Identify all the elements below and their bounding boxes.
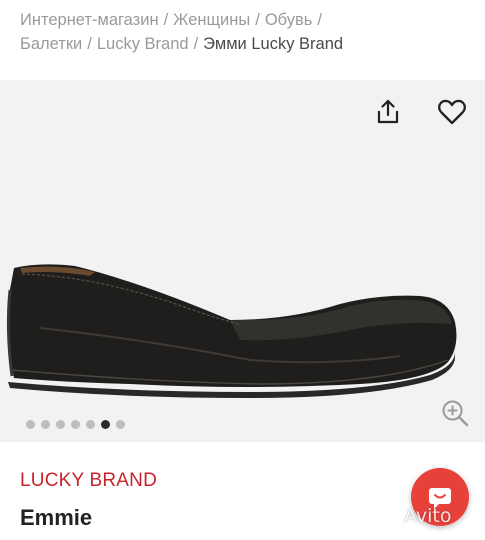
avito-watermark: Avito xyxy=(376,502,476,530)
breadcrumb-item-brand[interactable]: Lucky Brand xyxy=(97,35,189,53)
pagination-dot[interactable] xyxy=(26,420,35,429)
breadcrumb-separator: / xyxy=(193,35,199,53)
breadcrumb-item-shop[interactable]: Интернет-магазин xyxy=(20,11,159,29)
pagination-dot[interactable] xyxy=(41,420,50,429)
product-image-gallery[interactable] xyxy=(0,80,485,442)
breadcrumb: Интернет-магазин / Женщины / Обувь / Балетки / L… xyxy=(20,8,470,56)
breadcrumb-item-ballet-flats[interactable]: Балетки xyxy=(20,35,82,53)
pagination-dot[interactable] xyxy=(56,420,65,429)
breadcrumb-item-women[interactable]: Женщины xyxy=(173,11,250,29)
breadcrumb-item-shoes[interactable]: Обувь xyxy=(265,11,313,29)
product-title: Emmie xyxy=(20,505,93,530)
breadcrumb-separator: / xyxy=(317,11,322,29)
pagination-dot[interactable] xyxy=(116,420,125,429)
breadcrumb-separator: / xyxy=(163,11,169,29)
pagination-dot-active[interactable] xyxy=(101,420,110,429)
favorite-button[interactable] xyxy=(434,94,470,130)
breadcrumb-separator: / xyxy=(255,11,260,29)
product-brand[interactable]: LUCKY BRAND xyxy=(20,470,157,492)
pagination-dot[interactable] xyxy=(86,420,95,429)
zoom-button[interactable] xyxy=(437,395,473,431)
breadcrumb-separator: / xyxy=(87,35,92,53)
avito-logo-icon xyxy=(378,507,398,525)
watermark-text: Avito xyxy=(404,505,452,527)
zoom-in-icon xyxy=(442,400,469,427)
heart-icon xyxy=(438,99,466,125)
pagination-dot[interactable] xyxy=(71,420,80,429)
product-photo-shoe[interactable] xyxy=(0,170,485,420)
share-icon xyxy=(377,99,399,124)
breadcrumb-current: Эмми Lucky Brand xyxy=(203,35,344,53)
share-button[interactable] xyxy=(370,94,406,130)
image-pagination-dots xyxy=(26,420,125,429)
